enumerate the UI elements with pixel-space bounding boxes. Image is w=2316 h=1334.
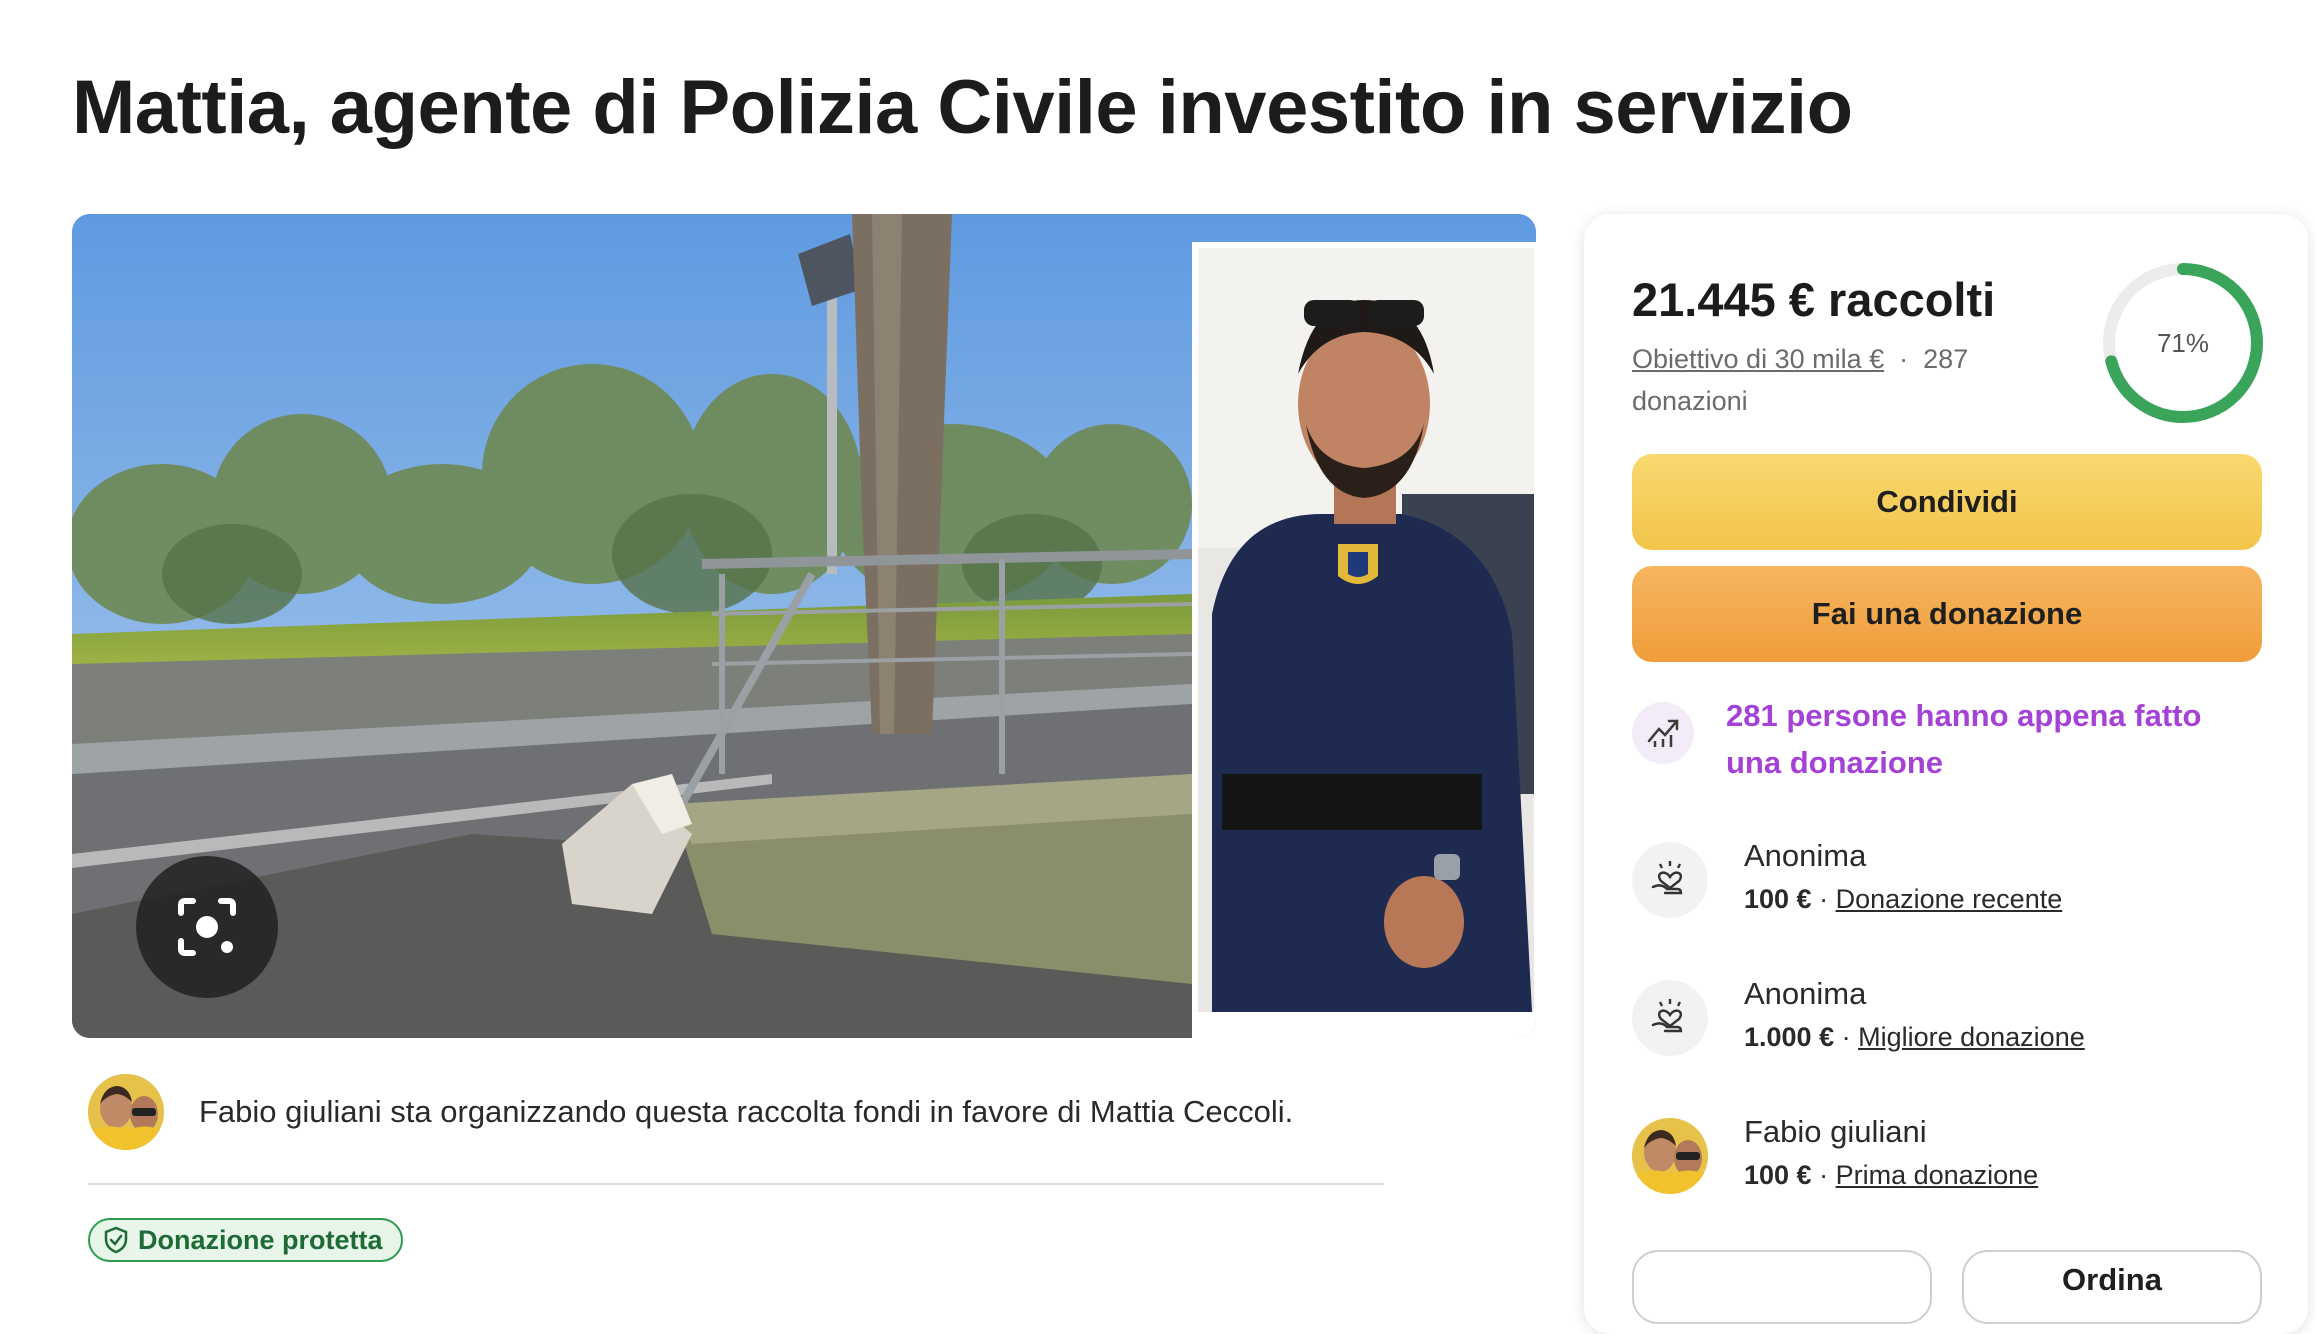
progress-label: 71% xyxy=(2157,328,2209,358)
recent-donations-text: 281 persone hanno appena fatto una donaz… xyxy=(1726,698,2202,780)
lens-search-button[interactable] xyxy=(136,856,278,998)
shield-check-icon xyxy=(104,1226,128,1254)
page-title: Mattia, agente di Polizia Civile investi… xyxy=(72,65,1853,150)
avatar[interactable] xyxy=(1632,1118,1708,1194)
amount-raised: 21.445 € raccolti xyxy=(1632,273,1996,326)
donor-item: Fabio giuliani 100 € · Prima donazione xyxy=(1632,1114,2272,1204)
donor-sep: · xyxy=(1834,1022,1859,1052)
donations-word: donazioni xyxy=(1632,386,1748,416)
donor-name: Anonima xyxy=(1744,976,1867,1011)
progress-ring: 71% xyxy=(2103,263,2263,423)
divider xyxy=(88,1183,1384,1185)
protected-donation-badge[interactable]: Donazione protetta xyxy=(88,1218,403,1262)
donor-tag-link[interactable]: Donazione recente xyxy=(1836,884,2063,914)
hero-photo[interactable] xyxy=(72,214,1536,1038)
trending-up-icon xyxy=(1647,719,1679,747)
donor-name: Fabio giuliani xyxy=(1744,1114,1927,1149)
donor-amount: 100 € xyxy=(1744,884,1812,914)
goal-line: Obiettivo di 30 mila € · 287 donazioni xyxy=(1632,338,2032,422)
donor-amount: 100 € xyxy=(1744,1160,1812,1190)
goal-link[interactable]: Obiettivo di 30 mila € xyxy=(1632,344,1884,374)
heart-hand-icon xyxy=(1632,842,1708,918)
donor-tag-link[interactable]: Migliore donazione xyxy=(1858,1022,2085,1052)
avatar[interactable] xyxy=(88,1074,164,1150)
donor-name: Anonima xyxy=(1744,838,1867,873)
donor-tag-link[interactable]: Prima donazione xyxy=(1836,1160,2039,1190)
donor-sep: · xyxy=(1811,1160,1836,1190)
badge-label: Donazione protetta xyxy=(138,1224,383,1255)
donate-button[interactable]: Fai una donazione xyxy=(1632,566,2262,662)
organizer-text: Fabio giuliani sta organizzando questa r… xyxy=(199,1094,1294,1129)
organizer-avatar-image xyxy=(88,1074,164,1150)
hero-image xyxy=(72,214,1536,1038)
view-all-button[interactable] xyxy=(1632,1250,1932,1324)
heart-hand-icon xyxy=(1632,980,1708,1056)
goal-separator: · xyxy=(1899,344,1909,374)
donor-meta: 100 € · Prima donazione xyxy=(1744,1160,2038,1191)
sort-button[interactable]: Ordina xyxy=(1962,1250,2262,1324)
organizer-row: Fabio giuliani sta organizzando questa r… xyxy=(88,1072,1388,1152)
donations-count: 287 xyxy=(1923,344,1969,374)
camera-search-icon xyxy=(178,898,236,956)
share-button[interactable]: Condividi xyxy=(1632,454,2262,550)
donor-meta: 100 € · Donazione recente xyxy=(1744,884,2062,915)
donation-card: 21.445 € raccolti Obiettivo di 30 mila €… xyxy=(1584,214,2308,1334)
donor-meta: 1.000 € · Migliore donazione xyxy=(1744,1022,2085,1053)
donor-sep: · xyxy=(1811,884,1836,914)
donor-item: Anonima 100 € · Donazione recente xyxy=(1632,838,2272,928)
donor-item: Anonima 1.000 € · Migliore donazione xyxy=(1632,976,2272,1066)
trend-icon-wrap xyxy=(1632,702,1694,764)
donor-amount: 1.000 € xyxy=(1744,1022,1835,1052)
recent-donations-notice: 281 persone hanno appena fatto una donaz… xyxy=(1632,692,2272,802)
